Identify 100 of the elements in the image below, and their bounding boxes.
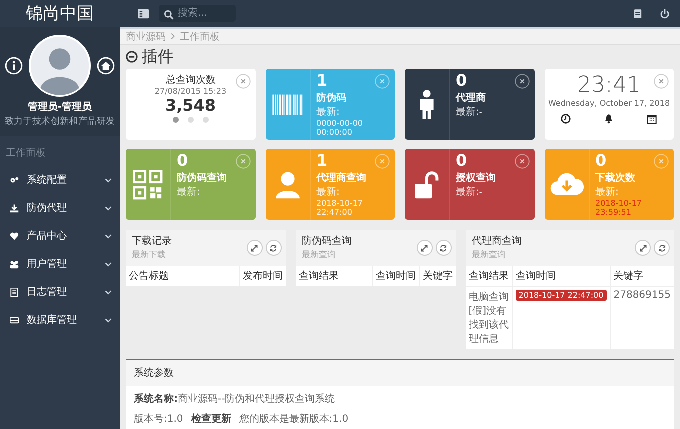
chevron-down-icon [105, 318, 112, 322]
nav-item[interactable]: 数据库管理 [0, 306, 120, 334]
heart-icon [10, 232, 19, 240]
latest-label: 最新: [456, 186, 480, 199]
chevron-down-icon [105, 178, 112, 182]
avatar-silhouette [29, 35, 91, 97]
refresh-button[interactable] [654, 240, 670, 256]
counter-date: 27/08/2015 15:23 [154, 87, 227, 96]
nav-item[interactable]: 产品中心 [0, 222, 120, 250]
chevron-down-icon [105, 290, 112, 294]
chevron-down-icon [105, 206, 112, 210]
expand-button[interactable] [635, 240, 651, 256]
expand-button[interactable] [246, 240, 263, 256]
column-header: 查询时间 [372, 266, 420, 286]
panel-title: 下载记录 [132, 234, 172, 248]
counter-value: 3,548 [165, 96, 216, 115]
time-badge: 2018-10-17 22:47:00 [516, 290, 607, 301]
calendar-icon[interactable] [647, 114, 658, 124]
latest-label: 最新: [456, 106, 480, 119]
latest-value: - [479, 108, 482, 117]
clock-time: 23:41 [578, 73, 641, 99]
latest-value: - [479, 188, 482, 197]
stat-value: 0 [596, 152, 607, 170]
file-icon [10, 288, 19, 296]
users-icon [10, 260, 19, 268]
field-value: 商业源码--防伪和代理授权查询系统 [178, 392, 336, 406]
chevron-right-icon [171, 33, 175, 40]
latest-label: 最新: [316, 106, 340, 119]
search-field[interactable]: 搜索... [159, 5, 236, 22]
refresh-button[interactable] [436, 240, 452, 256]
latest-label: 最新: [177, 186, 200, 199]
column-header: 查询结果 [296, 266, 372, 286]
download-icon [10, 204, 19, 212]
table-cell: 电脑查询[假]没有找到该代理信息 [466, 286, 512, 349]
carousel-dot[interactable] [202, 117, 209, 123]
panel-subtitle: 最新查询 [302, 250, 337, 261]
latest-value: 2018-10-17 23:59:51 [596, 199, 643, 217]
panel-title: 系统参数 [126, 360, 674, 386]
expand-icon [640, 244, 646, 252]
refresh-button[interactable] [266, 240, 282, 256]
stat-label: 下载次数 [596, 172, 636, 185]
panel-subtitle: 最新查询 [472, 250, 507, 261]
nav-item[interactable]: 用户管理 [0, 250, 120, 278]
stat-value: 0 [456, 72, 468, 90]
column-header: 发布时间 [239, 266, 286, 286]
latest-label: 最新: [316, 186, 340, 199]
expand-button[interactable] [416, 240, 433, 256]
refresh-icon [440, 244, 448, 252]
expand-icon [421, 244, 428, 252]
stat-label: 授权查询 [456, 172, 496, 185]
refresh-icon [270, 244, 278, 252]
chevron-down-icon [105, 262, 112, 266]
stat-value: 0 [456, 152, 468, 170]
stat-value: 1 [316, 152, 328, 170]
check-update-link[interactable]: 检查更新 [191, 412, 232, 426]
chevron-down-icon [105, 234, 112, 238]
nav-item[interactable]: 系统配置 [0, 166, 120, 194]
document-icon[interactable] [634, 8, 642, 18]
stat-label: 代理商 [456, 91, 486, 105]
clock-icon[interactable] [561, 114, 572, 124]
column-header: 关键字 [610, 266, 674, 286]
latest-label: 最新: [596, 186, 619, 199]
column-header: 关键字 [419, 266, 456, 286]
carousel-dot[interactable] [172, 117, 179, 123]
logo-text: 锦尚中国 [25, 3, 95, 25]
menu-icon[interactable] [138, 8, 149, 18]
nav-item[interactable]: 日志管理 [0, 278, 120, 306]
clock-date: Wednesday, October 17, 2018 [548, 99, 670, 108]
section-label: 工作面板 [5, 146, 47, 161]
carousel-dot[interactable] [188, 117, 194, 123]
panel-subtitle: 最新下载 [132, 250, 166, 261]
column-header: 查询时间 [512, 266, 610, 286]
expand-icon [251, 244, 258, 252]
page-title: 插件 [142, 46, 174, 68]
qr-code-icon [131, 168, 165, 202]
info-icon[interactable] [5, 57, 23, 75]
column-header: 查询结果 [466, 266, 512, 286]
stat-value: 1 [316, 72, 328, 90]
panel-title: 代理商查询 [472, 234, 522, 248]
power-icon[interactable] [660, 8, 670, 18]
stat-label: 代理商查询 [316, 171, 366, 185]
refresh-icon [658, 244, 666, 252]
stat-value: 0 [177, 152, 188, 170]
update-status: 您的版本是最新版本:1.0 [239, 412, 349, 426]
user-name: 管理员-管理员 [28, 100, 92, 114]
user-motto: 致力于技术创新和产品研发 [4, 115, 116, 128]
panel-title: 防伪码查询 [302, 234, 352, 248]
stat-label: 防伪码 [316, 92, 346, 105]
counter-title: 总查询次数 [166, 74, 216, 87]
database-icon [10, 316, 19, 324]
version-text: 版本号:1.0 [134, 412, 184, 426]
bell-icon[interactable] [604, 114, 614, 124]
home-icon[interactable] [97, 57, 115, 75]
latest-value: 2018-10-17 22:47:00 [316, 199, 364, 217]
column-header: 公告标题 [126, 266, 240, 286]
table-cell: 278869155 [610, 286, 674, 349]
stat-label: 防伪码查询 [177, 172, 227, 185]
nav-item[interactable]: 防伪代理 [0, 194, 120, 222]
latest-value: 0000-00-00 00:00:00 [316, 119, 364, 137]
field-label: 系统名称: [134, 392, 178, 406]
